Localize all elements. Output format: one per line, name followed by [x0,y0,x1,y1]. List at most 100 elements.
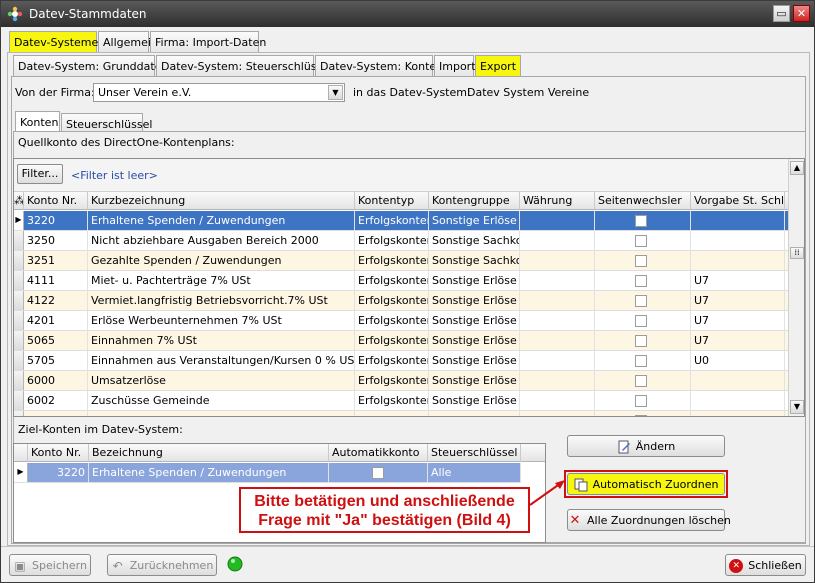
col-target-konto-nr[interactable]: Konto Nr. [28,444,89,462]
tab-steuerschluessel[interactable]: Steuerschlüssel [61,113,152,132]
target-table-row[interactable]: ▶ 3220 Erhaltene Spenden / Zuwendungen A… [14,463,521,483]
row-selector[interactable] [14,391,24,410]
tab-grunddaten[interactable]: Datev-System: Grunddaten [13,55,168,77]
row-selector[interactable] [14,371,24,390]
tab-import[interactable]: Import [434,55,476,77]
cell-vorgabe [691,231,785,251]
cell-vorgabe: U0 [691,351,785,371]
seitenwechsler-checkbox[interactable] [635,255,647,267]
row-selector[interactable] [14,251,24,270]
table-row[interactable]: 3250 Nicht abziehbare Ausgaben Bereich 20… [14,231,788,251]
cell-seitenwechsler[interactable] [595,231,691,251]
automatikkonto-checkbox[interactable] [372,467,384,479]
firma-select[interactable]: Unser Verein e.V. ▼ [93,83,345,102]
col-kontentyp[interactable]: Kontentyp [355,192,429,210]
minimize-icon[interactable]: ▭ [773,5,790,22]
cell-seitenwechsler[interactable] [595,271,691,291]
cell-seitenwechsler[interactable] [595,351,691,371]
col-target-bezeichnung[interactable]: Bezeichnung [89,444,329,462]
alle-zuordnungen-loeschen-button[interactable]: ✕ Alle Zuordnungen löschen [567,509,731,531]
cell-seitenwechsler[interactable] [595,411,691,416]
row-selector[interactable] [14,271,24,290]
speichern-button[interactable]: ▣ Speichern [9,554,91,576]
tab-steuerschluessel-system[interactable]: Datev-System: Steuerschlüssel [156,55,332,77]
col-automatikkonto[interactable]: Automatikkonto [329,444,428,462]
col-steuerschluessel[interactable]: Steuerschlüssel [428,444,521,462]
table-row[interactable]: 5705 Einnahmen aus Veranstaltungen/Kursen… [14,351,788,371]
table-row[interactable]: ▶ 3220 Erhaltene Spenden / Zuwendungen Erfo… [14,211,788,231]
tab-export[interactable]: Export [475,55,521,77]
tab-konten-system[interactable]: Datev-System: Konten [315,55,443,77]
cell-seitenwechsler[interactable] [595,311,691,331]
datev-system-value: Datev System Vereine [467,86,590,99]
automatisch-zuordnen-button[interactable]: Automatisch Zuordnen [567,473,725,495]
col-kurzbezeichnung[interactable]: Kurzbezeichnung [88,192,355,210]
col-seitenwechsler[interactable]: Seitenwechsler [595,192,691,210]
table-row[interactable]: 4111 Miet- u. Pachterträge 7% USt Erfolgsk… [14,271,788,291]
cell-seitenwechsler[interactable] [595,211,691,231]
col-konto-nr[interactable]: Konto Nr. [24,192,88,210]
row-selector[interactable] [14,311,24,330]
row-selector[interactable] [14,411,24,416]
seitenwechsler-checkbox[interactable] [635,215,647,227]
cell-konto-nr: 4201 [24,311,88,331]
table-row[interactable]: 5065 Einnahmen 7% USt Erfolgskonten Sonstig… [14,331,788,351]
tab-firma-import-daten[interactable]: Firma: Import-Daten [150,31,266,53]
table-row[interactable]: 6002 Zuschüsse Gemeinde Erfolgskonten Sonst… [14,391,788,411]
cell-kontengruppe: Sonstige Erlöse [429,311,520,331]
table-row[interactable]: 3251 Gezahlte Spenden / Zuwendungen Erfolg… [14,251,788,271]
seitenwechsler-checkbox[interactable] [635,335,647,347]
cell-kontengruppe: Sonstige Sachkont [429,231,520,251]
col-kontengruppe[interactable]: Kontengruppe [429,192,520,210]
row-selector[interactable] [14,351,24,370]
col-waehrung[interactable]: Währung [520,192,595,210]
cell-seitenwechsler[interactable] [595,251,691,271]
table-row[interactable]: 4122 Vermiet.langfristig Betriebsvorricht… [14,291,788,311]
seitenwechsler-checkbox[interactable] [635,295,647,307]
quellkonto-label: Quellkonto des DirectOne-Kontenplans: [18,136,235,149]
seitenwechsler-checkbox[interactable] [635,315,647,327]
seitenwechsler-checkbox[interactable] [635,415,647,416]
cell-vorgabe: U7 [691,291,785,311]
seitenwechsler-checkbox[interactable] [635,395,647,407]
table-row[interactable]: 6000 Umsatzerlöse Erfolgskonten Sonstige Er… [14,371,788,391]
filter-status[interactable]: <Filter ist leer> [71,169,158,182]
cell-vorgabe [691,391,785,411]
cell-seitenwechsler[interactable] [595,391,691,411]
aendern-button[interactable]: Ändern [567,435,725,457]
seitenwechsler-checkbox[interactable] [635,235,647,247]
target-cell-auto[interactable] [329,463,428,483]
tab-datev-systeme[interactable]: Datev-Systeme [9,31,98,53]
zuruecknehmen-label: Zurücknehmen [129,559,214,572]
col-vorgabe-st-schl[interactable]: Vorgabe St. Schl. [691,192,785,210]
zuruecknehmen-button[interactable]: ↶ Zurücknehmen [107,554,217,576]
cell-kontentyp: Erfolgskonten [355,291,429,311]
seitenwechsler-checkbox[interactable] [635,355,647,367]
cell-konto-nr: 3250 [24,231,88,251]
row-selector[interactable] [14,231,24,250]
scroll-down-icon[interactable]: ▼ [790,400,804,414]
row-selector[interactable] [14,331,24,350]
source-grid-scrollbar[interactable]: ▲ ⁞⁞ ▼ [788,159,804,416]
cell-seitenwechsler[interactable] [595,291,691,311]
cell-waehrung [520,251,595,271]
table-row[interactable]: 6005Kulturelle VeranstaltungenErfolgskon… [14,411,788,416]
tab-konten[interactable]: Konten [15,111,60,132]
cell-kurzbezeichnung: Kulturelle Veranstaltungen [88,411,355,416]
cell-seitenwechsler[interactable] [595,371,691,391]
filter-button[interactable]: Filter... [17,164,63,184]
schliessen-button[interactable]: ✕ Schließen [725,554,806,576]
cell-seitenwechsler[interactable] [595,331,691,351]
chevron-down-icon[interactable]: ▼ [328,85,343,100]
row-selector[interactable] [14,291,24,310]
scroll-thumb-grip-icon[interactable]: ⁞⁞ [790,247,804,259]
seitenwechsler-checkbox[interactable] [635,275,647,287]
scroll-up-icon[interactable]: ▲ [790,161,804,175]
cell-waehrung [520,351,595,371]
close-icon[interactable]: ✕ [793,5,810,22]
cell-kontengruppe: Sonstige Erlöse [429,271,520,291]
tab-allgemein[interactable]: Allgemein [98,31,158,53]
seitenwechsler-checkbox[interactable] [635,375,647,387]
table-row[interactable]: 4201 Erlöse Werbeunternehmen 7% USt Erfolg… [14,311,788,331]
row-pointer-icon[interactable]: ▶ [14,211,24,230]
